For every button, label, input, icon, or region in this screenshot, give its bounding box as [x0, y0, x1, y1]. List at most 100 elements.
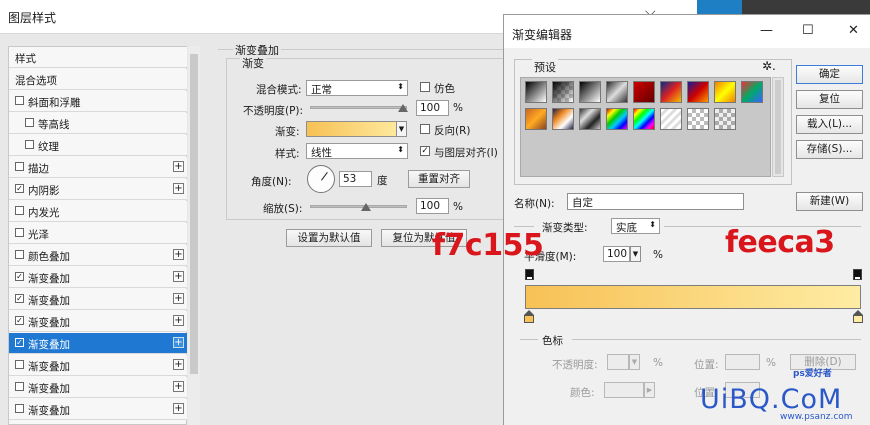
maximize-icon[interactable]: ☐ — [802, 23, 814, 38]
gradient-preset-swatch[interactable] — [579, 108, 601, 130]
add-effect-plus-icon[interactable]: + — [173, 249, 184, 260]
color-stop-left[interactable] — [524, 310, 534, 323]
add-effect-plus-icon[interactable]: + — [173, 403, 184, 414]
add-effect-plus-icon[interactable]: + — [173, 337, 184, 348]
gradient-preset-swatch[interactable] — [525, 108, 547, 130]
ok-button[interactable]: 确定 — [796, 65, 863, 84]
style-item-checkbox[interactable] — [25, 140, 34, 149]
style-item[interactable]: 等高线 — [9, 113, 187, 134]
style-item[interactable]: ✓ 渐变叠加 + — [9, 289, 187, 310]
style-item[interactable]: 光泽 — [9, 223, 187, 244]
gradient-preset-swatch[interactable] — [741, 81, 763, 103]
location-input[interactable] — [725, 354, 760, 370]
minimize-icon[interactable]: — — [760, 23, 773, 38]
add-effect-plus-icon[interactable]: + — [173, 161, 184, 172]
style-item[interactable]: 描边 + — [9, 157, 187, 178]
close-icon[interactable]: ✕ — [848, 23, 859, 38]
style-item[interactable]: 渐变叠加 + — [9, 377, 187, 398]
stop-opacity-dropdown-icon[interactable]: ▼ — [629, 354, 640, 370]
gradient-preset-swatch[interactable] — [633, 108, 655, 130]
dither-checkbox[interactable] — [420, 82, 430, 92]
add-effect-plus-icon[interactable]: + — [173, 271, 184, 282]
style-item-checkbox[interactable] — [15, 382, 24, 391]
add-effect-plus-icon[interactable]: + — [173, 183, 184, 194]
style-item[interactable]: 渐变叠加 + — [9, 399, 187, 420]
style-item[interactable]: 样式 — [9, 47, 187, 68]
style-item-checkbox[interactable]: ✓ — [15, 294, 24, 303]
gradient-preset-swatch[interactable] — [660, 108, 682, 130]
style-item[interactable]: ✓ 渐变叠加 + — [9, 267, 187, 288]
style-item-checkbox[interactable] — [25, 118, 34, 127]
add-effect-plus-icon[interactable]: + — [173, 293, 184, 304]
gradient-bar[interactable] — [525, 285, 861, 309]
style-item-checkbox[interactable] — [15, 228, 24, 237]
add-effect-plus-icon[interactable]: + — [173, 315, 184, 326]
color-stop-right[interactable] — [853, 310, 863, 323]
new-button[interactable]: 新建(W) — [796, 192, 863, 211]
smoothness-input[interactable]: 100 — [603, 246, 630, 262]
style-item-checkbox[interactable] — [15, 206, 24, 215]
style-item[interactable]: 混合选项 — [9, 69, 187, 90]
add-effect-plus-icon[interactable]: + — [173, 381, 184, 392]
gear-icon[interactable]: ✲. — [762, 59, 776, 73]
style-select[interactable]: 线性 ⬍ — [306, 143, 408, 159]
gradient-preset-swatch[interactable] — [714, 81, 736, 103]
style-item-checkbox[interactable] — [15, 360, 24, 369]
style-item-checkbox[interactable] — [15, 96, 24, 105]
stop-color-arrow-icon[interactable]: ▶ — [644, 382, 655, 398]
angle-dial[interactable] — [307, 165, 335, 193]
add-effect-plus-icon[interactable]: + — [173, 359, 184, 370]
style-item-checkbox[interactable]: ✓ — [15, 272, 24, 281]
opacity-stop-right[interactable] — [853, 269, 862, 280]
scale-input[interactable]: 100 — [416, 198, 449, 214]
scale-slider[interactable] — [310, 205, 407, 208]
style-item[interactable]: ✓ 渐变叠加 + — [9, 333, 187, 354]
blend-mode-select[interactable]: 正常 ⬍ — [306, 80, 408, 96]
style-item[interactable]: ✓ 渐变叠加 + — [9, 311, 187, 332]
gradient-preset-swatch[interactable] — [525, 81, 547, 103]
style-item-checkbox[interactable]: ✓ — [15, 338, 24, 347]
gradient-preview-swatch[interactable] — [306, 121, 406, 137]
angle-input[interactable]: 53 — [339, 171, 372, 187]
opacity-slider[interactable] — [310, 106, 407, 109]
smoothness-dropdown-icon[interactable]: ▼ — [630, 246, 641, 262]
style-item[interactable]: 渐变叠加 + — [9, 355, 187, 376]
opacity-stop-left[interactable] — [525, 269, 534, 280]
style-item-checkbox[interactable]: ✓ — [15, 184, 24, 193]
gradient-preset-swatch[interactable] — [606, 81, 628, 103]
style-item-checkbox[interactable] — [15, 404, 24, 413]
stop-opacity-input[interactable] — [607, 354, 629, 370]
scrollbar-thumb[interactable] — [775, 80, 781, 174]
style-item[interactable]: 纹理 — [9, 135, 187, 156]
gradient-preset-swatch[interactable] — [606, 108, 628, 130]
style-item[interactable]: 斜面和浮雕 — [9, 91, 187, 112]
gradient-preset-swatch[interactable] — [687, 81, 709, 103]
load-button[interactable]: 载入(L)... — [796, 115, 863, 134]
reset-button[interactable]: 复位 — [796, 90, 863, 109]
style-item-checkbox[interactable]: ✓ — [15, 316, 24, 325]
gradient-preset-swatch[interactable] — [579, 81, 601, 103]
gradient-preset-swatch[interactable] — [660, 81, 682, 103]
styles-list-scrollbar[interactable] — [188, 46, 200, 425]
style-item-checkbox[interactable] — [15, 162, 24, 171]
gradient-preset-swatch[interactable] — [714, 108, 736, 130]
stop-color-swatch[interactable] — [604, 382, 644, 398]
reset-alignment-button[interactable]: 重置对齐 — [408, 170, 470, 188]
style-item-checkbox[interactable] — [15, 250, 24, 259]
gradient-preset-swatch[interactable] — [552, 108, 574, 130]
opacity-input[interactable]: 100 — [416, 100, 449, 116]
gradient-preset-swatch[interactable] — [687, 108, 709, 130]
gradient-dropdown-icon[interactable]: ▼ — [396, 121, 407, 137]
gradient-preset-swatch[interactable] — [633, 81, 655, 103]
style-item[interactable]: ✓ 内阴影 + — [9, 179, 187, 200]
presets-scrollbar[interactable] — [772, 77, 784, 177]
scrollbar-thumb[interactable] — [190, 54, 198, 374]
name-input[interactable]: 自定 — [567, 193, 744, 210]
style-item[interactable]: 内发光 — [9, 201, 187, 222]
gradient-type-select[interactable]: 实底 ⬍ — [611, 218, 660, 234]
align-with-layer-checkbox[interactable]: ✓ — [420, 146, 430, 156]
set-as-default-button[interactable]: 设置为默认值 — [286, 229, 372, 247]
style-item[interactable]: 颜色叠加 + — [9, 245, 187, 266]
gradient-preset-swatch[interactable] — [552, 81, 574, 103]
opacity-slider-thumb[interactable] — [398, 104, 408, 112]
